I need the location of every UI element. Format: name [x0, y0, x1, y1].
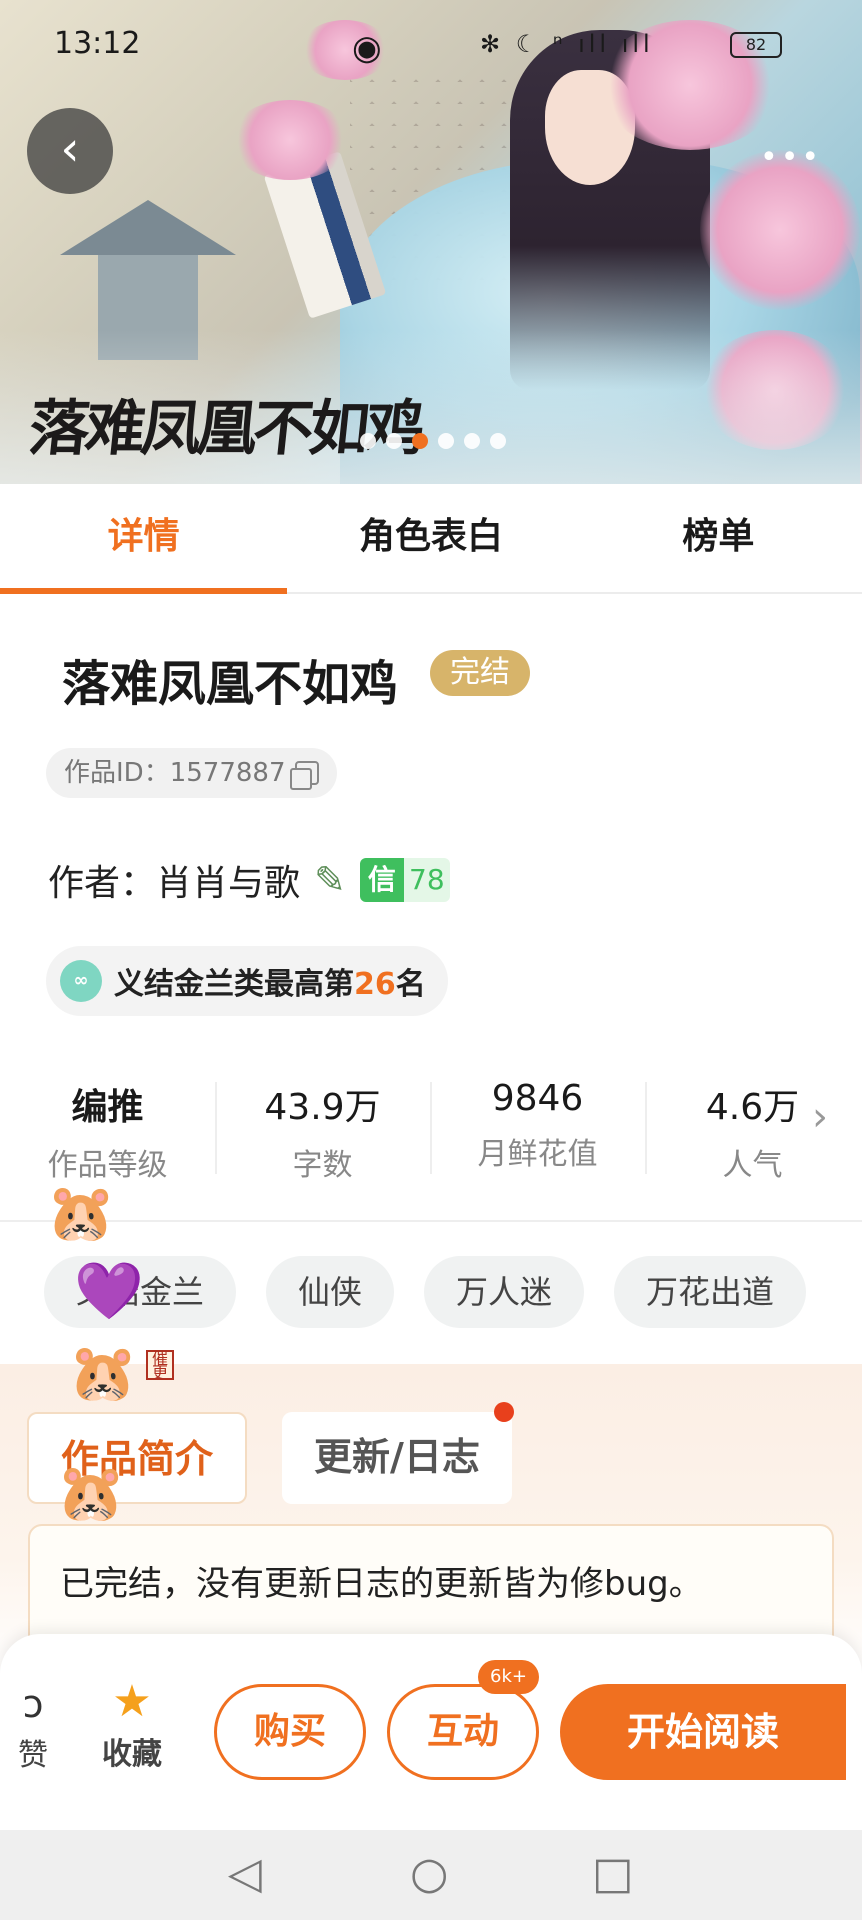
bottom-action-bar: ↄ 赞 ★ 收藏 购买 互动 6k+ 开始阅读: [0, 1634, 862, 1830]
tag-list: 义结金兰 仙侠 万人迷 万花出道: [44, 1256, 807, 1328]
system-nav-bar: ◁ ○ □: [0, 1830, 862, 1920]
stats-row[interactable]: 编推 作品等级 43.9万 字数 9846 月鲜花值 4.6万 人气 ›: [0, 1064, 862, 1194]
sticker-star-icon[interactable]: 💜: [74, 1258, 144, 1324]
work-id-chip[interactable]: 作品ID：1577887: [46, 748, 338, 798]
stat-label: 人气: [722, 1148, 783, 1183]
stat-label: 作品等级: [47, 1148, 168, 1183]
stat-value: 9846: [491, 1078, 584, 1119]
stat-flowers: 9846 月鲜花值: [430, 1064, 645, 1194]
more-button[interactable]: •••: [760, 140, 822, 175]
nav-home-icon[interactable]: ○: [410, 1848, 448, 1899]
tag-chip[interactable]: 万花出道: [614, 1256, 807, 1328]
eye-icon: ◉: [352, 28, 382, 68]
stat-word-count: 43.9万 字数: [215, 1064, 430, 1194]
rank-chip[interactable]: ∞ 义结金兰类最高第26名: [46, 946, 448, 1016]
author-row[interactable]: 作者：肖肖与歌 ✎ 信 78: [48, 854, 450, 906]
like-button[interactable]: ↄ 赞: [18, 1682, 48, 1774]
start-reading-button[interactable]: 开始阅读: [560, 1684, 846, 1780]
favorite-button[interactable]: ★ 收藏: [92, 1676, 172, 1773]
trust-label: 信: [359, 858, 404, 902]
trust-badge: 信 78: [359, 858, 450, 902]
stat-value: 43.9万: [264, 1087, 381, 1128]
carousel-dot[interactable]: [438, 433, 454, 449]
stat-level: 编推 作品等级: [0, 1064, 215, 1194]
tag-chip[interactable]: 仙侠: [266, 1256, 395, 1328]
stat-label: 月鲜花值: [477, 1137, 598, 1172]
carousel-dots: [360, 433, 506, 449]
back-button[interactable]: ‹: [27, 108, 113, 194]
status-icons: ✻ ☾ ⁿ ıll ıll: [480, 30, 654, 58]
status-bar: 13:12 ◉ ✻ ☾ ⁿ ıll ıll 82: [0, 0, 862, 90]
rank-number: 26: [354, 967, 396, 1002]
sticker-hamster-icon[interactable]: 🐹: [68, 1340, 138, 1406]
notification-dot: [494, 1402, 514, 1422]
rank-text: 义结金兰类最高第26名: [114, 967, 426, 1002]
carousel-dot-active[interactable]: [412, 433, 428, 449]
copy-icon[interactable]: [290, 761, 320, 790]
more-dots-icon: •••: [760, 140, 823, 175]
nav-back-icon[interactable]: ◁: [228, 1848, 262, 1899]
sticker-hamster-icon[interactable]: 🐹: [56, 1460, 126, 1526]
favorite-label: 收藏: [102, 1737, 162, 1772]
interact-button[interactable]: 互动: [387, 1684, 539, 1780]
work-id-text: 作品ID：1577887: [64, 758, 286, 788]
synopsis-text: 已完结，没有更新日志的更新皆为修bug。: [60, 1564, 703, 1604]
status-badge: 完结: [430, 650, 530, 696]
stat-value: 编推: [71, 1087, 144, 1128]
nav-recent-icon[interactable]: □: [592, 1848, 634, 1899]
carousel-dot[interactable]: [386, 433, 402, 449]
buy-button[interactable]: 购买: [214, 1684, 366, 1780]
sticker-hamster-icon[interactable]: 🐹: [46, 1180, 116, 1246]
divider: [0, 1220, 862, 1222]
stat-label: 字数: [292, 1148, 353, 1183]
rank-icon: ∞: [60, 960, 102, 1002]
battery-icon: 82: [730, 32, 782, 58]
chevron-right-icon[interactable]: ›: [812, 1094, 828, 1140]
carousel-dot[interactable]: [360, 433, 376, 449]
tab-bar: 详情 角色表白 榜单: [0, 484, 862, 594]
author-name: 作者：肖肖与歌: [48, 863, 301, 904]
calligraphy-title: 落难凤凰不如鸡: [25, 394, 426, 464]
star-icon: ★: [112, 1676, 152, 1727]
interact-count-badge: 6k+: [478, 1660, 539, 1694]
carousel-dot[interactable]: [464, 433, 480, 449]
carousel-dot[interactable]: [490, 433, 506, 449]
urge-sign-icon: 催更: [146, 1350, 174, 1381]
book-title: 落难凤凰不如鸡: [62, 656, 399, 712]
pencil-icon: ✎: [314, 858, 346, 902]
blossom: [230, 100, 350, 180]
like-label: 赞: [18, 1738, 48, 1773]
status-time: 13:12: [54, 26, 141, 61]
details-section: 落难凤凰不如鸡 完结 作品ID：1577887 作者：肖肖与歌 ✎ 信 78 ∞…: [0, 594, 862, 1364]
tab-details[interactable]: 详情: [0, 484, 288, 594]
tag-chip[interactable]: 万人迷: [424, 1256, 585, 1328]
tab-update-log[interactable]: 更新/日志: [282, 1412, 512, 1504]
thumb-up-icon: ↄ: [22, 1682, 44, 1726]
tab-character-confession[interactable]: 角色表白: [287, 484, 574, 592]
chevron-left-icon: ‹: [60, 121, 80, 177]
trust-value: 78: [403, 858, 450, 902]
hero-banner[interactable]: 落难凤凰不如鸡 13:12 ◉ ✻ ☾ ⁿ ıll ıll 82 ‹ •••: [0, 0, 862, 484]
tab-rankings[interactable]: 榜单: [575, 484, 862, 592]
